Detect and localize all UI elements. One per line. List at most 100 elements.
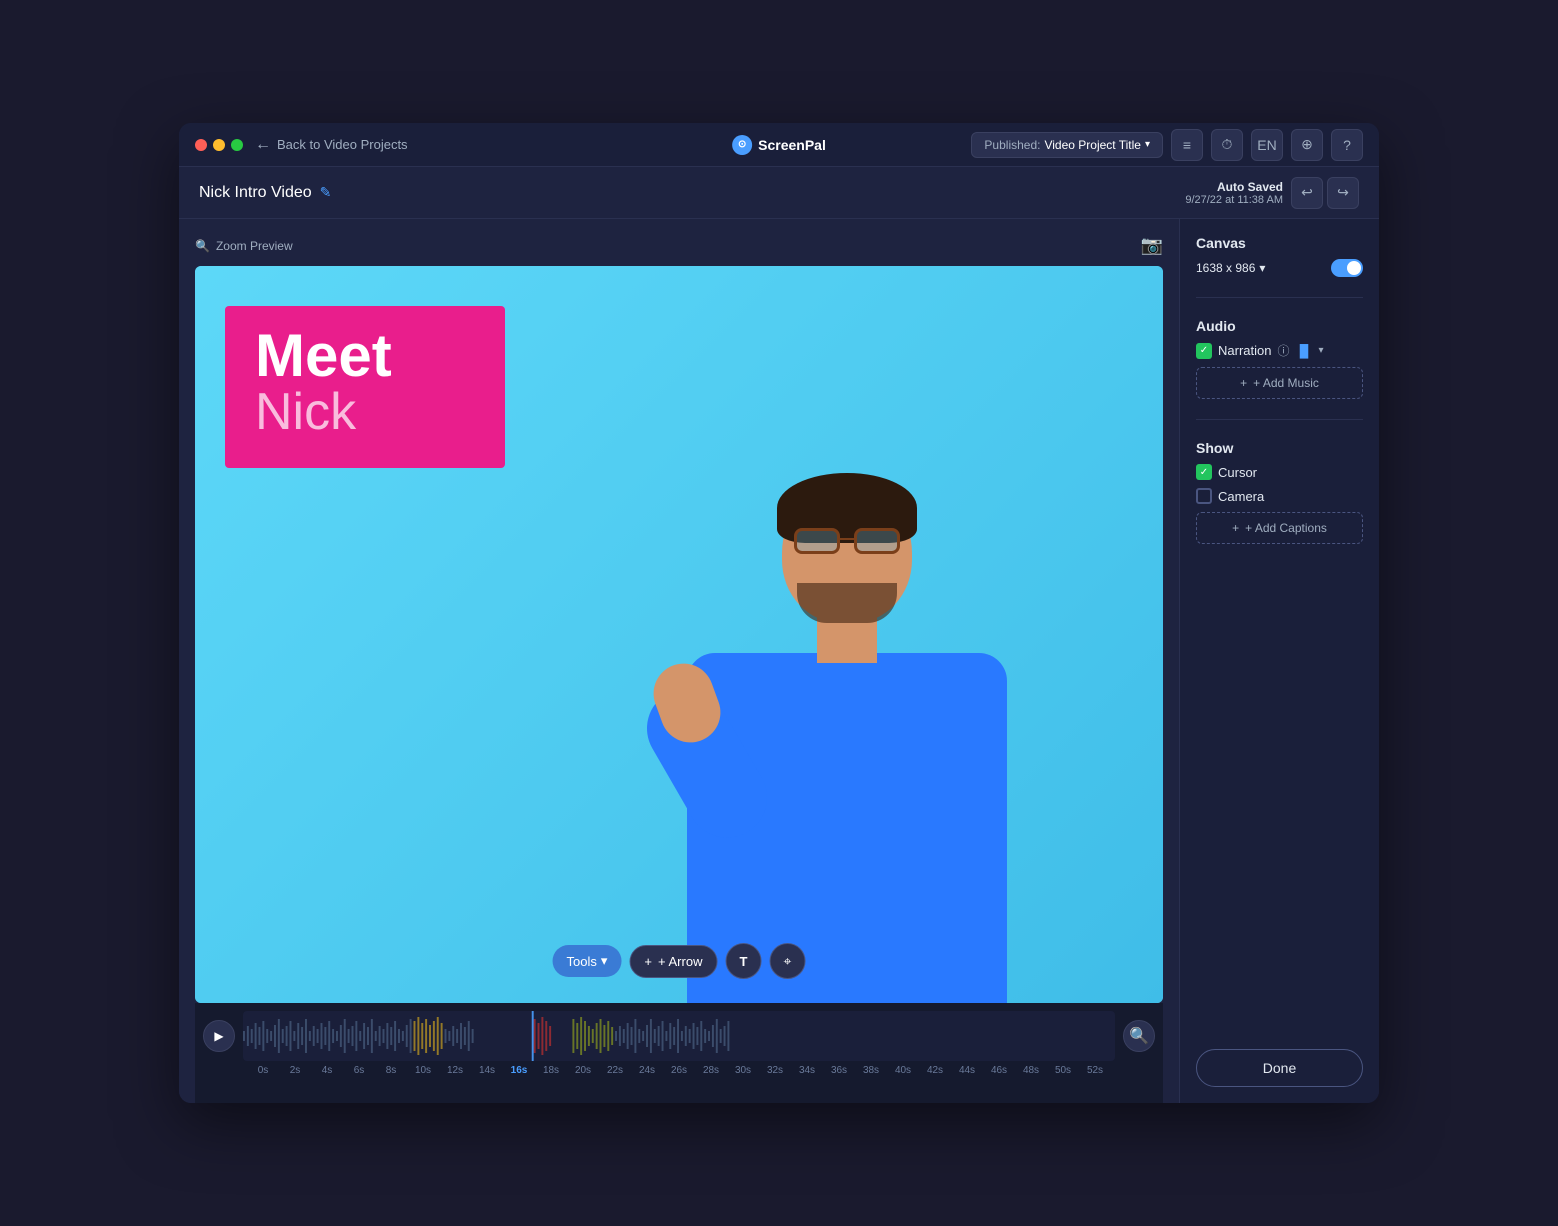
play-icon: ▶ [214, 1029, 223, 1043]
video-background: Meet Nick Tools ▾ + + Arrow [195, 266, 1163, 1003]
sidebar: Canvas 1638 x 986 ▾ Audio ✓ Narrat [1179, 219, 1379, 1103]
audio-section: Audio ✓ Narration ⓘ ▐▌ ▾ + + Add Music [1196, 318, 1363, 399]
narration-label: Narration [1218, 343, 1271, 358]
undo-redo-group: ↩ ↪ [1291, 177, 1359, 209]
add-captions-label: + Add Captions [1245, 521, 1327, 535]
ruler-mark-18s: 18s [535, 1065, 567, 1076]
text-tool-button[interactable]: T [725, 943, 761, 979]
language-icon-button[interactable]: EN [1251, 129, 1283, 161]
close-button[interactable] [195, 139, 207, 151]
maximize-button[interactable] [231, 139, 243, 151]
ruler-mark-30s: 30s [727, 1065, 759, 1076]
timeline-controls: ▶ [195, 1011, 1163, 1061]
canvas-size-button[interactable]: 1638 x 986 ▾ [1196, 261, 1265, 275]
cursor-label: Cursor [1218, 465, 1257, 480]
app-logo: ⊙ ScreenPal [732, 135, 826, 155]
canvas-toggle[interactable] [1331, 259, 1363, 277]
waveform-svg [243, 1011, 1115, 1061]
add-music-button[interactable]: + + Add Music [1196, 367, 1363, 399]
tools-button[interactable]: Tools ▾ [553, 945, 622, 977]
done-button[interactable]: Done [1196, 1049, 1363, 1087]
divider-2 [1196, 419, 1363, 420]
ruler-mark-2s: 2s [279, 1065, 311, 1076]
waveform-container[interactable]: 0:16:00 [243, 1011, 1115, 1061]
canvas-title: Canvas [1196, 235, 1363, 251]
tools-overlay: Tools ▾ + + Arrow T ⌖ [553, 943, 806, 979]
zoom-preview-button[interactable]: 🔍 Zoom Preview [195, 239, 293, 253]
narration-info-icon[interactable]: ⓘ [1277, 342, 1289, 359]
divider-1 [1196, 297, 1363, 298]
cursor-tool-icon: ⌖ [784, 953, 792, 970]
autosave-info: Auto Saved 9/27/22 at 11:38 AM ↩ ↪ [1185, 177, 1359, 209]
ruler-mark-36s: 36s [823, 1065, 855, 1076]
app-window: ← Back to Video Projects ⊙ ScreenPal Pub… [179, 123, 1379, 1103]
layers-icon-button[interactable]: ⊕ [1291, 129, 1323, 161]
ruler-mark-24s: 24s [631, 1065, 663, 1076]
minimize-button[interactable] [213, 139, 225, 151]
sidebar-spacer [1196, 560, 1363, 1033]
ruler-mark-22s: 22s [599, 1065, 631, 1076]
narration-checkbox[interactable]: ✓ [1196, 343, 1212, 359]
help-icon-button[interactable]: ? [1331, 129, 1363, 161]
timeline-search-button[interactable]: 🔍 [1123, 1020, 1155, 1052]
text-tool-icon: T [739, 954, 747, 969]
ruler-mark-48s: 48s [1015, 1065, 1047, 1076]
clock-icon-button[interactable]: ⏱ [1211, 129, 1243, 161]
redo-button[interactable]: ↪ [1327, 177, 1359, 209]
timeline: ▶ [195, 1003, 1163, 1103]
narration-chevron-icon[interactable]: ▾ [1319, 345, 1324, 356]
add-captions-button[interactable]: + + Add Captions [1196, 512, 1363, 544]
back-button[interactable]: ← Back to Video Projects [255, 136, 408, 154]
traffic-lights [195, 139, 243, 151]
camera-checkbox[interactable] [1196, 488, 1212, 504]
play-button[interactable]: ▶ [203, 1020, 235, 1052]
main-content: 🔍 Zoom Preview 📷 [179, 219, 1379, 1103]
list-icon-button[interactable]: ≡ [1171, 129, 1203, 161]
arrow-button[interactable]: + + Arrow [629, 945, 717, 978]
zoom-preview-label: Zoom Preview [216, 239, 293, 253]
nick-text: Nick [255, 386, 475, 438]
camera-label: Camera [1218, 489, 1264, 504]
text-overlay: Meet Nick [225, 306, 505, 468]
search-icon: 🔍 [195, 239, 210, 253]
canvas-chevron-icon: ▾ [1259, 261, 1265, 275]
edit-title-icon[interactable]: ✎ [320, 184, 332, 201]
ruler-mark-12s: 12s [439, 1065, 471, 1076]
logo-icon: ⊙ [732, 135, 752, 155]
cursor-tool-button[interactable]: ⌖ [769, 943, 805, 979]
publish-title: Video Project Title [1044, 138, 1141, 152]
cursor-checkbox[interactable]: ✓ [1196, 464, 1212, 480]
app-name: ScreenPal [758, 137, 826, 153]
autosave-date: 9/27/22 at 11:38 AM [1185, 194, 1283, 206]
editor-area: 🔍 Zoom Preview 📷 [179, 219, 1179, 1103]
arrow-plus-icon: + [644, 954, 652, 969]
ruler-mark-50s: 50s [1047, 1065, 1079, 1076]
screenshot-icon[interactable]: 📷 [1141, 235, 1163, 256]
canvas-size-row: 1638 x 986 ▾ [1196, 259, 1363, 277]
ruler-mark-0s: 0s [247, 1065, 279, 1076]
done-label: Done [1263, 1060, 1296, 1076]
back-arrow-icon: ← [255, 136, 271, 154]
narration-bars-icon[interactable]: ▐▌ [1295, 344, 1312, 358]
ruler-mark-10s: 10s [407, 1065, 439, 1076]
title-bar: ← Back to Video Projects ⊙ ScreenPal Pub… [179, 123, 1379, 167]
person-beard [797, 583, 897, 623]
ruler-mark-6s: 6s [343, 1065, 375, 1076]
person-glasses [792, 528, 902, 556]
person-head [782, 483, 912, 623]
chevron-down-icon: ▾ [1145, 139, 1150, 150]
person-container [637, 463, 1057, 1003]
meet-text: Meet [255, 326, 475, 386]
ruler-mark-28s: 28s [695, 1065, 727, 1076]
cursor-checkmark-icon: ✓ [1200, 467, 1208, 478]
show-section: Show ✓ Cursor Camera + + Add Captions [1196, 440, 1363, 544]
ruler-mark-16s[interactable]: 16s [503, 1065, 535, 1076]
tools-label: Tools [567, 954, 597, 969]
undo-button[interactable]: ↩ [1291, 177, 1323, 209]
title-bar-right: Published: Video Project Title ▾ ≡ ⏱ EN … [971, 129, 1363, 161]
cursor-row: ✓ Cursor [1196, 464, 1363, 480]
checkmark-icon: ✓ [1200, 345, 1208, 356]
publish-button[interactable]: Published: Video Project Title ▾ [971, 132, 1163, 158]
timeline-ruler: 0s 2s 4s 6s 8s 10s 12s 14s 16s 18s 20s 2… [195, 1061, 1163, 1076]
ruler-mark-32s: 32s [759, 1065, 791, 1076]
